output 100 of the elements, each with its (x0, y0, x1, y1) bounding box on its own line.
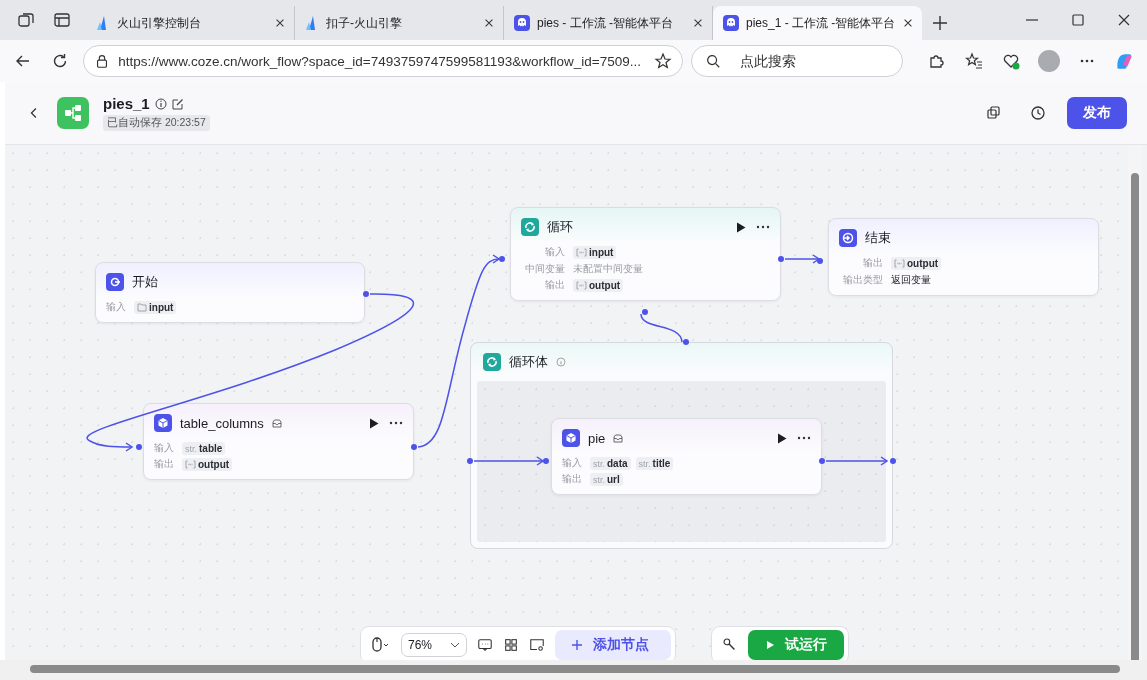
workflow-node[interactable]: pie 输入 str. data str. title 输出 str. url (551, 418, 822, 495)
node-icon (106, 273, 124, 291)
search-field[interactable]: 点此搜索 (691, 45, 904, 77)
parameter-tag: output (182, 458, 233, 471)
parameter-tag: output (891, 257, 942, 270)
port-dot[interactable] (642, 309, 648, 315)
ghost-icon (723, 15, 739, 31)
ghost-icon (514, 15, 530, 31)
history-icon[interactable] (1029, 104, 1047, 122)
comment-icon[interactable] (477, 637, 494, 653)
more-icon[interactable] (389, 421, 403, 425)
close-icon[interactable] (692, 17, 704, 29)
add-node-button[interactable]: 添加节点 (555, 630, 672, 660)
zoom-select[interactable]: 76% (401, 633, 468, 657)
parameter-tag: str. table (182, 442, 226, 455)
node-title: 循环 (547, 218, 573, 236)
node-icon (154, 414, 172, 432)
port-dot[interactable] (890, 458, 896, 464)
workflow-node[interactable]: 循环 输入 input 中间变量 未配置中间变量 输出 output (510, 207, 781, 301)
row-label: 输出 (544, 279, 565, 292)
port-dot[interactable] (411, 444, 417, 450)
array-icon (576, 248, 587, 257)
connector-line (640, 313, 683, 343)
workflow-logo (57, 97, 89, 129)
parameter-tag: input (134, 301, 177, 314)
address-bar[interactable]: https://www.coze.cn/work_flow?space_id=7493759747599581193&workflow_id=7509... (83, 45, 684, 77)
port-dot[interactable] (819, 458, 825, 464)
row-value: 返回变量 (891, 273, 932, 287)
row-label: 中间变量 (524, 262, 565, 276)
node-icon (483, 353, 501, 371)
run-icon[interactable] (369, 417, 379, 429)
publish-button[interactable]: 发布 (1067, 97, 1127, 129)
workflow-node[interactable]: 结束 输出 output 输出类型 返回变量 (828, 218, 1099, 296)
minimap-icon[interactable] (529, 637, 546, 653)
workflow-node[interactable]: 开始 输入 input (95, 262, 365, 323)
star-icon[interactable] (654, 52, 673, 70)
browser-tab[interactable]: pies_1 - 工作流 -智能体平台 (713, 6, 922, 40)
node-title: 结束 (865, 229, 891, 247)
copy-icon[interactable] (985, 104, 1003, 122)
workspaces-icon[interactable] (17, 11, 35, 29)
connector-line (473, 456, 544, 466)
horizontal-scrollbar[interactable] (0, 660, 1147, 680)
edit-icon[interactable] (171, 97, 184, 110)
tab-actions-icon[interactable] (53, 11, 71, 29)
layout-icon[interactable] (503, 637, 520, 653)
port-dot[interactable] (467, 458, 473, 464)
favorites-icon[interactable] (964, 52, 983, 70)
connector-line (784, 254, 820, 264)
plus-icon (571, 639, 584, 651)
puzzle-icon[interactable] (927, 52, 946, 70)
row-value: 未配置中间变量 (573, 262, 644, 276)
play-icon (765, 640, 775, 650)
run-icon[interactable] (736, 221, 746, 233)
port-dot[interactable] (683, 339, 689, 345)
close-icon[interactable] (274, 17, 286, 29)
info-icon[interactable] (154, 97, 167, 110)
node-icon (839, 229, 857, 247)
heart-pulse-icon[interactable] (1002, 52, 1021, 70)
connector-line (825, 456, 888, 466)
node-title: 循环体 (509, 353, 548, 371)
row-label: 输入 (544, 246, 565, 259)
more-icon[interactable] (756, 225, 770, 229)
port-dot[interactable] (543, 458, 549, 464)
port-dot[interactable] (136, 444, 142, 450)
node-title: pie (588, 430, 606, 446)
port-dot[interactable] (499, 256, 505, 262)
row-label: 输出 (562, 473, 582, 486)
node-icon (521, 218, 539, 236)
maximize-icon[interactable] (1069, 11, 1087, 29)
array-icon (894, 259, 905, 268)
node-icon (562, 429, 580, 447)
tray-icon (613, 433, 624, 443)
row-label: 输入 (154, 442, 174, 455)
close-icon[interactable] (483, 17, 495, 29)
parameter-tag: str. title (635, 457, 674, 470)
new-tab-icon[interactable] (931, 14, 949, 32)
parameter-tag: input (573, 246, 617, 259)
row-label: 输出类型 (842, 273, 883, 287)
autosave-status: 已自动保存 20:23:57 (103, 115, 210, 131)
mouse-icon[interactable] (369, 636, 391, 654)
parameter-tag: output (573, 279, 624, 292)
parameter-tag: str. url (590, 473, 623, 486)
search-icon (705, 53, 722, 69)
node-title: table_columns (180, 415, 264, 431)
array-icon (576, 281, 587, 290)
port-dot[interactable] (778, 256, 784, 262)
row-label: 输出 (154, 458, 174, 471)
run-icon[interactable] (777, 432, 787, 444)
row-label: 输入 (106, 301, 126, 314)
more-icon[interactable] (797, 436, 811, 440)
workflow-title: pies_1 (103, 95, 150, 112)
array-icon (185, 460, 196, 469)
chevron-down-icon (450, 642, 461, 648)
workflow-node[interactable]: table_columns 输入 str. table 输出 output (143, 403, 414, 480)
port-dot[interactable] (817, 258, 823, 264)
row-label: 输入 (562, 457, 582, 470)
parameter-tag: str. data (590, 457, 631, 470)
port-dot[interactable] (363, 291, 369, 297)
tray-icon (271, 418, 282, 428)
node-title: 开始 (132, 273, 158, 291)
